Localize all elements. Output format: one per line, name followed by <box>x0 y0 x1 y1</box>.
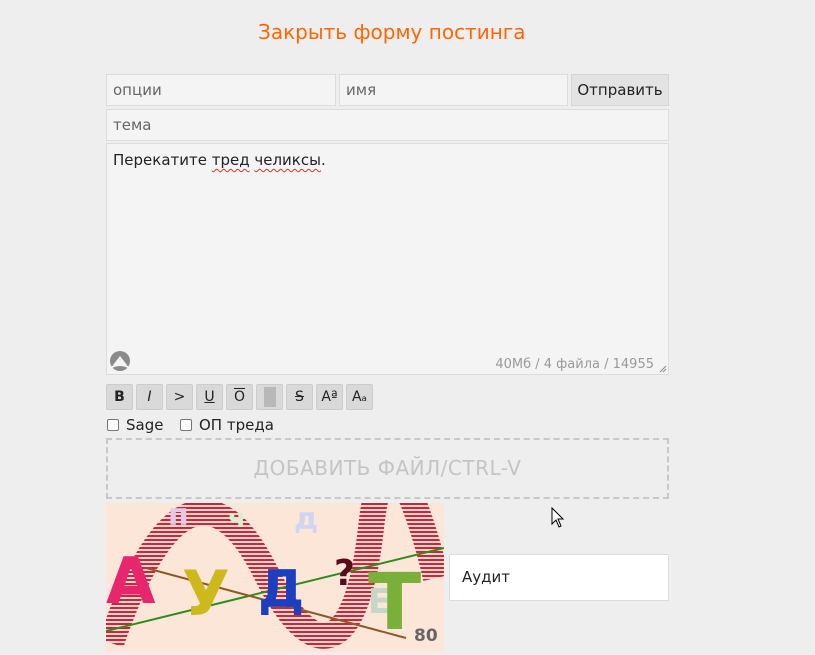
sail-icon[interactable] <box>109 350 131 372</box>
svg-text:У: У <box>182 557 230 630</box>
captcha-number: 80 <box>414 626 438 646</box>
op-label: ОП треда <box>199 416 274 434</box>
svg-text:А: А <box>106 545 156 619</box>
subject-input[interactable] <box>106 109 669 141</box>
italic-button[interactable]: I <box>136 384 163 410</box>
captcha-image: п ч д Е А У Д ? Т 80 <box>106 503 444 652</box>
file-dropzone[interactable]: ДОБАВИТЬ ФАЙЛ/CTRL-V <box>106 438 669 499</box>
sage-checkbox-box[interactable] <box>107 419 119 431</box>
svg-text:ч: ч <box>228 504 246 534</box>
op-checkbox[interactable]: ОП треда <box>180 416 274 434</box>
file-limit-counter: 40Мб / 4 файла / 14955 <box>495 357 654 372</box>
message-text: Перекатите тред челиксы. <box>113 151 326 169</box>
message-textarea[interactable]: Перекатите тред челиксы. 40Мб / 4 файла … <box>106 143 669 375</box>
spoiler-button[interactable] <box>256 384 283 410</box>
svg-text:?: ? <box>334 553 355 594</box>
svg-text:д: д <box>294 503 318 537</box>
subscript-button[interactable]: Aₐ <box>346 384 373 410</box>
op-checkbox-box[interactable] <box>180 419 192 431</box>
options-input[interactable] <box>106 74 336 106</box>
sage-label: Sage <box>126 416 164 434</box>
strikethrough-button[interactable]: S <box>286 384 313 410</box>
sage-checkbox[interactable]: Sage <box>107 416 163 434</box>
submit-button[interactable]: Отправить <box>571 74 669 106</box>
resize-grip-icon[interactable] <box>659 365 667 373</box>
overline-button[interactable]: O <box>226 384 253 410</box>
spoiler-icon <box>263 387 276 407</box>
mouse-cursor-icon <box>551 507 565 528</box>
bold-button[interactable]: B <box>106 384 133 410</box>
quote-button[interactable]: > <box>166 384 193 410</box>
svg-text:п: п <box>168 503 189 533</box>
superscript-button[interactable]: Aª <box>316 384 343 410</box>
close-posting-form-link[interactable]: Закрыть форму постинга <box>258 20 526 44</box>
svg-text:Д: Д <box>258 560 304 620</box>
name-input[interactable] <box>339 74 568 106</box>
underline-button[interactable]: U <box>196 384 223 410</box>
captcha-input[interactable]: Аудит <box>449 554 669 601</box>
